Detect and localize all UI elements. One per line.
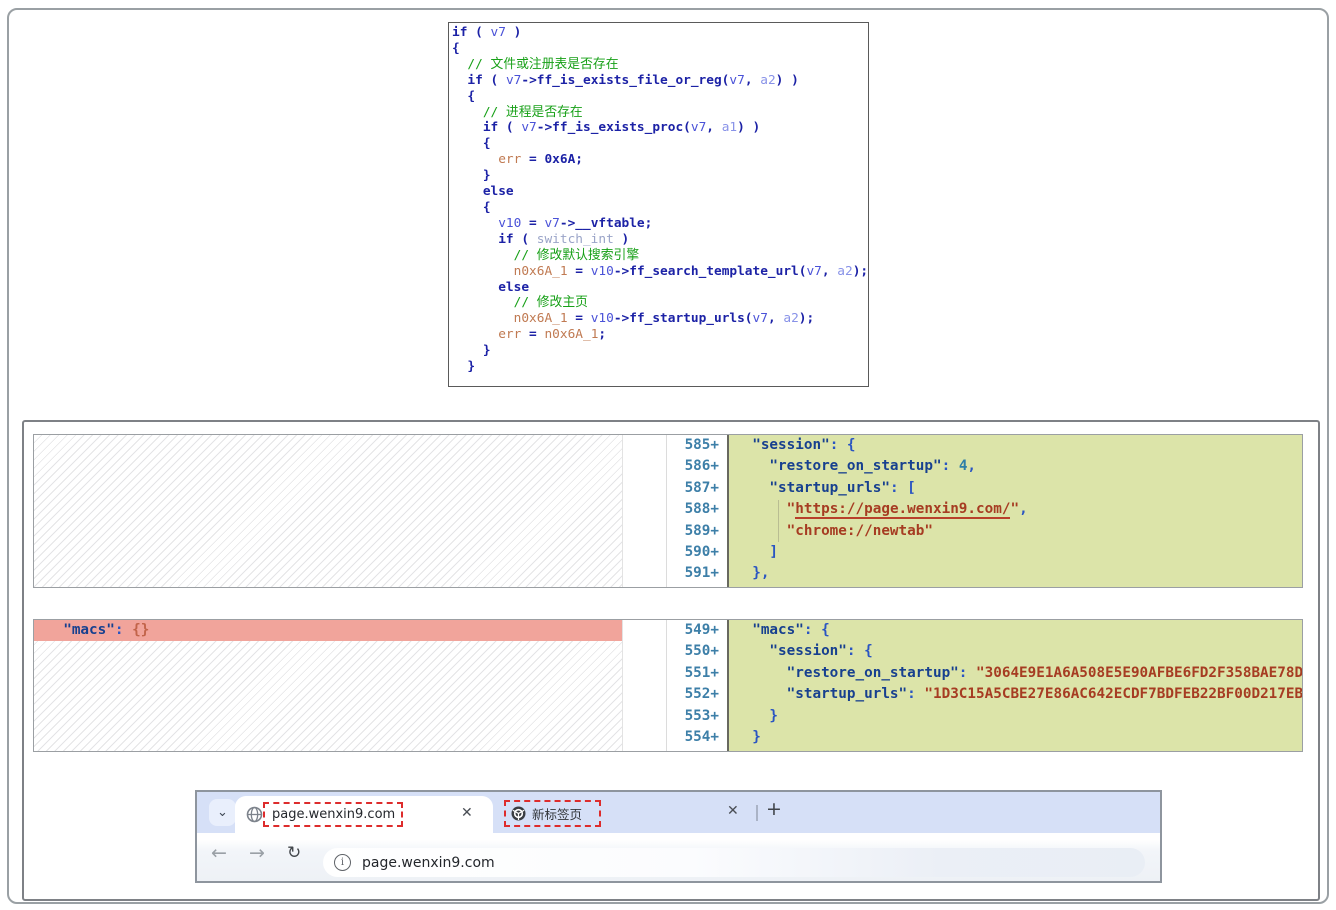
- browser-toolbar: ← → ↻ i page.wenxin9.com: [197, 833, 1160, 881]
- diff-line-numbers: 585+586+587+588+589+590+591+: [666, 435, 727, 587]
- address-bar[interactable]: i page.wenxin9.com: [323, 848, 1145, 877]
- code-line: // 修改默认搜索引擎: [452, 248, 868, 264]
- diff-panel-session: 585+586+587+588+589+590+591+ "session": …: [33, 434, 1303, 588]
- line-number: 588+: [667, 499, 727, 520]
- code-line: n0x6A_1 = v10->ff_search_template_url(v7…: [452, 264, 868, 280]
- code-line: n0x6A_1 = v10->ff_startup_urls(v7, a2);: [452, 311, 868, 327]
- code-line: err = n0x6A_1;: [452, 327, 868, 343]
- line-number: 590+: [667, 542, 727, 563]
- code-line: if ( switch_int ): [452, 232, 868, 248]
- code-line: }: [735, 727, 1302, 748]
- code-line: "macs": {}: [46, 620, 622, 641]
- close-icon: ✕: [727, 803, 739, 819]
- code-line: if ( v7->ff_is_exists_file_or_reg(v7, a2…: [452, 73, 868, 89]
- code-line: "restore_on_startup": "3064E9E1A6A508E5E…: [735, 663, 1302, 684]
- code-line: ]: [735, 542, 1302, 563]
- code-line: else: [452, 184, 868, 200]
- code-line: // 进程是否存在: [452, 105, 868, 121]
- code-line: {: [452, 200, 868, 216]
- code-line: "session": {: [735, 435, 1302, 456]
- tab-separator: [756, 805, 758, 821]
- tab-strip: ⌄ page.wenxin9.com ✕: [197, 792, 1160, 833]
- diff-left-hatch: "macs": {}: [34, 620, 622, 751]
- code-line: {: [452, 41, 868, 57]
- diff-added-code: "macs": { "session": { "restore_on_start…: [727, 620, 1302, 751]
- diff-added-code: "session": { "restore_on_startup": 4, "s…: [727, 435, 1302, 587]
- code-line: }: [735, 706, 1302, 727]
- code-line: "session": {: [735, 641, 1302, 662]
- tab-close-button[interactable]: ✕: [727, 803, 739, 819]
- line-number: 589+: [667, 521, 727, 542]
- diff-left-empty-hatch: [34, 435, 622, 587]
- code-line: "https://page.wenxin9.com/",: [735, 499, 1302, 520]
- line-number: 586+: [667, 456, 727, 477]
- indent-guide: [778, 500, 779, 542]
- code-line: },: [735, 563, 1302, 584]
- new-tab-button[interactable]: +: [766, 798, 782, 820]
- globe-icon: [246, 806, 263, 823]
- line-number: 587+: [667, 478, 727, 499]
- info-icon[interactable]: i: [334, 854, 351, 871]
- code-line: }: [452, 168, 868, 184]
- code-line: else: [452, 280, 868, 296]
- line-number: 554+: [667, 727, 727, 748]
- forward-button[interactable]: →: [249, 842, 265, 864]
- tab-close-button[interactable]: ✕: [461, 805, 473, 821]
- line-number: 591+: [667, 563, 727, 584]
- line-number: 549+: [667, 620, 727, 641]
- code-line: "startup_urls": "1D3C15A5CBE27E86AC642EC…: [735, 684, 1302, 705]
- code-line: if ( v7->ff_is_exists_proc(v7, a1) ): [452, 120, 868, 136]
- back-button[interactable]: ←: [211, 842, 227, 864]
- diff-line-numbers: 549+550+551+552+553+554+: [666, 620, 727, 751]
- line-number: 551+: [667, 663, 727, 684]
- code-line: "chrome://newtab": [735, 521, 1302, 542]
- tab-label: page.wenxin9.com: [272, 807, 395, 822]
- code-line: {: [452, 136, 868, 152]
- diff-gutter: [622, 620, 666, 751]
- code-line: v10 = v7->__vftable;: [452, 216, 868, 232]
- tab-search-button[interactable]: ⌄: [209, 799, 236, 826]
- diff-panel-macs: "macs": {} 549+550+551+552+553+554+ "mac…: [33, 619, 1303, 752]
- line-number: 552+: [667, 684, 727, 705]
- figure-canvas: if ( v7 ){ // 文件或注册表是否存在 if ( v7->ff_is_…: [0, 0, 1336, 910]
- address-text: page.wenxin9.com: [362, 855, 495, 871]
- decompiler-pseudocode-panel: if ( v7 ){ // 文件或注册表是否存在 if ( v7->ff_is_…: [448, 22, 869, 387]
- tab-inactive-highlight[interactable]: 新标签页: [504, 800, 601, 827]
- diff-deleted-line: "macs": {}: [34, 620, 622, 641]
- code-line: // 文件或注册表是否存在: [452, 57, 868, 73]
- line-number: 550+: [667, 641, 727, 662]
- chevron-down-icon: ⌄: [217, 805, 228, 820]
- diff-gutter: [622, 435, 666, 587]
- tab-label: 新标签页: [532, 804, 582, 823]
- code-line: err = 0x6A;: [452, 152, 868, 168]
- chrome-icon: [511, 806, 526, 821]
- close-icon: ✕: [461, 805, 473, 821]
- browser-frame: ⌄ page.wenxin9.com ✕: [195, 790, 1162, 883]
- code-line: // 修改主页: [452, 295, 868, 311]
- code-line: "restore_on_startup": 4,: [735, 456, 1302, 477]
- tab-active[interactable]: page.wenxin9.com ✕: [235, 796, 493, 833]
- evidence-container: 585+586+587+588+589+590+591+ "session": …: [22, 420, 1320, 901]
- code-line: "macs": {: [735, 620, 1302, 641]
- line-number: 553+: [667, 706, 727, 727]
- tab-title-highlight: page.wenxin9.com: [263, 802, 403, 827]
- code-line: }: [452, 359, 868, 375]
- code-line: {: [452, 89, 868, 105]
- reload-button[interactable]: ↻: [287, 843, 301, 863]
- line-number: 585+: [667, 435, 727, 456]
- code-line: }: [452, 343, 868, 359]
- code-line: "startup_urls": [: [735, 478, 1302, 499]
- code-line: if ( v7 ): [452, 25, 868, 41]
